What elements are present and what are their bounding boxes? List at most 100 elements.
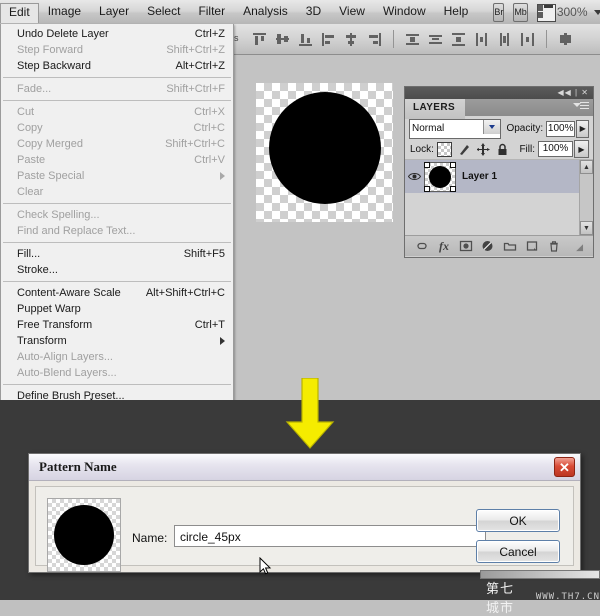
menu-define-brush-preset[interactable]: Define Brush Preset... (1, 388, 233, 400)
menu-item-label: Copy (17, 122, 43, 134)
layer-name-label[interactable]: Layer 1 (462, 171, 497, 182)
layer-style-fx-icon[interactable]: fx (437, 239, 451, 253)
dialog-title-bar[interactable]: Pattern Name ✕ (29, 454, 580, 481)
menu-step-forward[interactable]: Step Forward Shift+Ctrl+Z (1, 42, 233, 58)
link-layers-icon[interactable] (415, 239, 429, 253)
menu-item-label: Paste (17, 154, 45, 166)
menu-auto-align-layers[interactable]: Auto-Align Layers... (1, 349, 233, 365)
align-vertical-centers-icon[interactable] (275, 32, 290, 47)
distribute-top-edges-icon[interactable] (405, 32, 420, 47)
menu-check-spelling[interactable]: Check Spelling... (1, 207, 233, 223)
delete-layer-icon[interactable] (547, 239, 561, 253)
panel-menu-icon[interactable] (577, 102, 589, 112)
dialog-body: Name: circle_45px OK Cancel (35, 486, 574, 566)
ok-button[interactable]: OK (476, 509, 560, 532)
menu-fade[interactable]: Fade... Shift+Ctrl+F (1, 81, 233, 97)
align-right-edges-icon[interactable] (367, 32, 382, 47)
menu-paste-special[interactable]: Paste Special (1, 168, 233, 184)
lock-row: Lock: Fill: 100% (405, 139, 593, 159)
distribute-vertical-centers-icon[interactable] (428, 32, 443, 47)
menu-paste[interactable]: Paste Ctrl+V (1, 152, 233, 168)
add-layer-mask-icon[interactable] (459, 239, 473, 253)
menu-step-backward[interactable]: Step Backward Alt+Ctrl+Z (1, 58, 233, 74)
menu-free-transform[interactable]: Free Transform Ctrl+T (1, 317, 233, 333)
fill-input[interactable]: 100% (538, 141, 573, 157)
menu-item-select[interactable]: Select (138, 2, 189, 22)
lock-position-icon[interactable] (477, 143, 490, 156)
menu-undo-delete-layer[interactable]: Undo Delete Layer Ctrl+Z (1, 26, 233, 42)
layers-tab-row: LAYERS (405, 99, 593, 116)
layer-list-scrollbar[interactable]: ▲ ▼ (579, 160, 593, 235)
align-bottom-edges-icon[interactable] (298, 32, 313, 47)
menu-item-shortcut: Shift+Ctrl+F (166, 83, 225, 95)
menu-item-view[interactable]: View (330, 2, 374, 22)
menu-item-layer[interactable]: Layer (90, 2, 138, 22)
menu-copy[interactable]: Copy Ctrl+C (1, 120, 233, 136)
menu-item-image[interactable]: Image (39, 2, 90, 22)
menu-stroke[interactable]: Stroke... (1, 262, 233, 278)
close-icon[interactable]: ✕ (554, 457, 575, 477)
launch-mini-bridge-button[interactable]: Mb (513, 3, 528, 22)
layer-row-layer-1[interactable]: Layer 1 (405, 160, 593, 193)
align-left-edges-icon[interactable] (321, 32, 336, 47)
menu-item-label: Copy Merged (17, 138, 83, 150)
new-layer-icon[interactable] (525, 239, 539, 253)
opacity-stepper[interactable]: ▶ (576, 120, 589, 138)
menu-item-help[interactable]: Help (435, 2, 478, 22)
blend-mode-select[interactable]: Normal (409, 119, 501, 139)
panel-collapse-close-controls[interactable]: ◀◀ | ✕ (557, 88, 589, 97)
menu-item-label: Clear (17, 186, 43, 198)
menu-puppet-warp[interactable]: Puppet Warp (1, 301, 233, 317)
menu-content-aware-scale[interactable]: Content-Aware Scale Alt+Shift+Ctrl+C (1, 285, 233, 301)
layer-thumbnail[interactable] (424, 162, 456, 192)
menu-item-analysis[interactable]: Analysis (234, 2, 297, 22)
align-top-edges-icon[interactable] (252, 32, 267, 47)
scroll-down-button[interactable]: ▼ (580, 221, 593, 235)
opacity-input[interactable]: 100% (546, 121, 575, 137)
menu-item-label: Stroke... (17, 264, 58, 276)
menu-item-label: Auto-Align Layers... (17, 351, 113, 363)
panel-resize-grip[interactable]: ◢ (569, 239, 583, 253)
menu-item-label: Auto-Blend Layers... (17, 367, 117, 379)
auto-align-layers-icon[interactable] (558, 32, 573, 47)
opacity-label: Opacity: (506, 123, 543, 134)
menu-item-3d[interactable]: 3D (297, 2, 330, 22)
distribute-right-edges-icon[interactable] (520, 32, 535, 47)
lock-label: Lock: (410, 144, 434, 155)
menu-find-and-replace-text[interactable]: Find and Replace Text... (1, 223, 233, 239)
document-canvas[interactable] (256, 83, 393, 222)
fill-stepper[interactable]: ▶ (574, 140, 589, 158)
new-adjustment-layer-icon[interactable] (481, 239, 495, 253)
menu-copy-merged[interactable]: Copy Merged Shift+Ctrl+C (1, 136, 233, 152)
distribute-horizontal-centers-icon[interactable] (497, 32, 512, 47)
menu-cut[interactable]: Cut Ctrl+X (1, 104, 233, 120)
layer-visibility-eye-icon[interactable] (407, 169, 422, 184)
menu-separator (3, 100, 231, 101)
zoom-chevron-down-icon[interactable] (594, 10, 600, 15)
menu-auto-blend-layers[interactable]: Auto-Blend Layers... (1, 365, 233, 381)
pattern-preview (47, 498, 121, 572)
scroll-up-button[interactable]: ▲ (580, 160, 593, 174)
edit-dropdown-menu: Undo Delete Layer Ctrl+Z Step Forward Sh… (0, 24, 234, 400)
lock-image-pixels-icon[interactable] (458, 143, 471, 156)
menu-clear[interactable]: Clear (1, 184, 233, 200)
distribute-left-edges-icon[interactable] (474, 32, 489, 47)
cancel-button[interactable]: Cancel (476, 540, 560, 563)
align-horizontal-centers-icon[interactable] (344, 32, 359, 47)
distribute-bottom-edges-icon[interactable] (451, 32, 466, 47)
menu-item-filter[interactable]: Filter (189, 2, 234, 22)
tab-layers[interactable]: LAYERS (405, 99, 465, 119)
menu-item-edit[interactable]: Edit (0, 3, 39, 23)
menu-fill[interactable]: Fill... Shift+F5 (1, 246, 233, 262)
menu-separator (3, 203, 231, 204)
menu-item-shortcut: Shift+F5 (184, 248, 225, 260)
blend-mode-chevron-down-icon[interactable] (483, 120, 500, 134)
lock-transparent-pixels-icon[interactable] (437, 142, 452, 157)
menu-transform[interactable]: Transform (1, 333, 233, 349)
launch-bridge-button[interactable]: Br (493, 3, 504, 22)
lock-all-icon[interactable] (496, 143, 509, 156)
pattern-name-input[interactable]: circle_45px (174, 525, 486, 547)
menu-bar: Edit Image Layer Select Filter Analysis … (0, 0, 600, 25)
menu-item-window[interactable]: Window (374, 2, 435, 22)
new-group-icon[interactable] (503, 239, 517, 253)
